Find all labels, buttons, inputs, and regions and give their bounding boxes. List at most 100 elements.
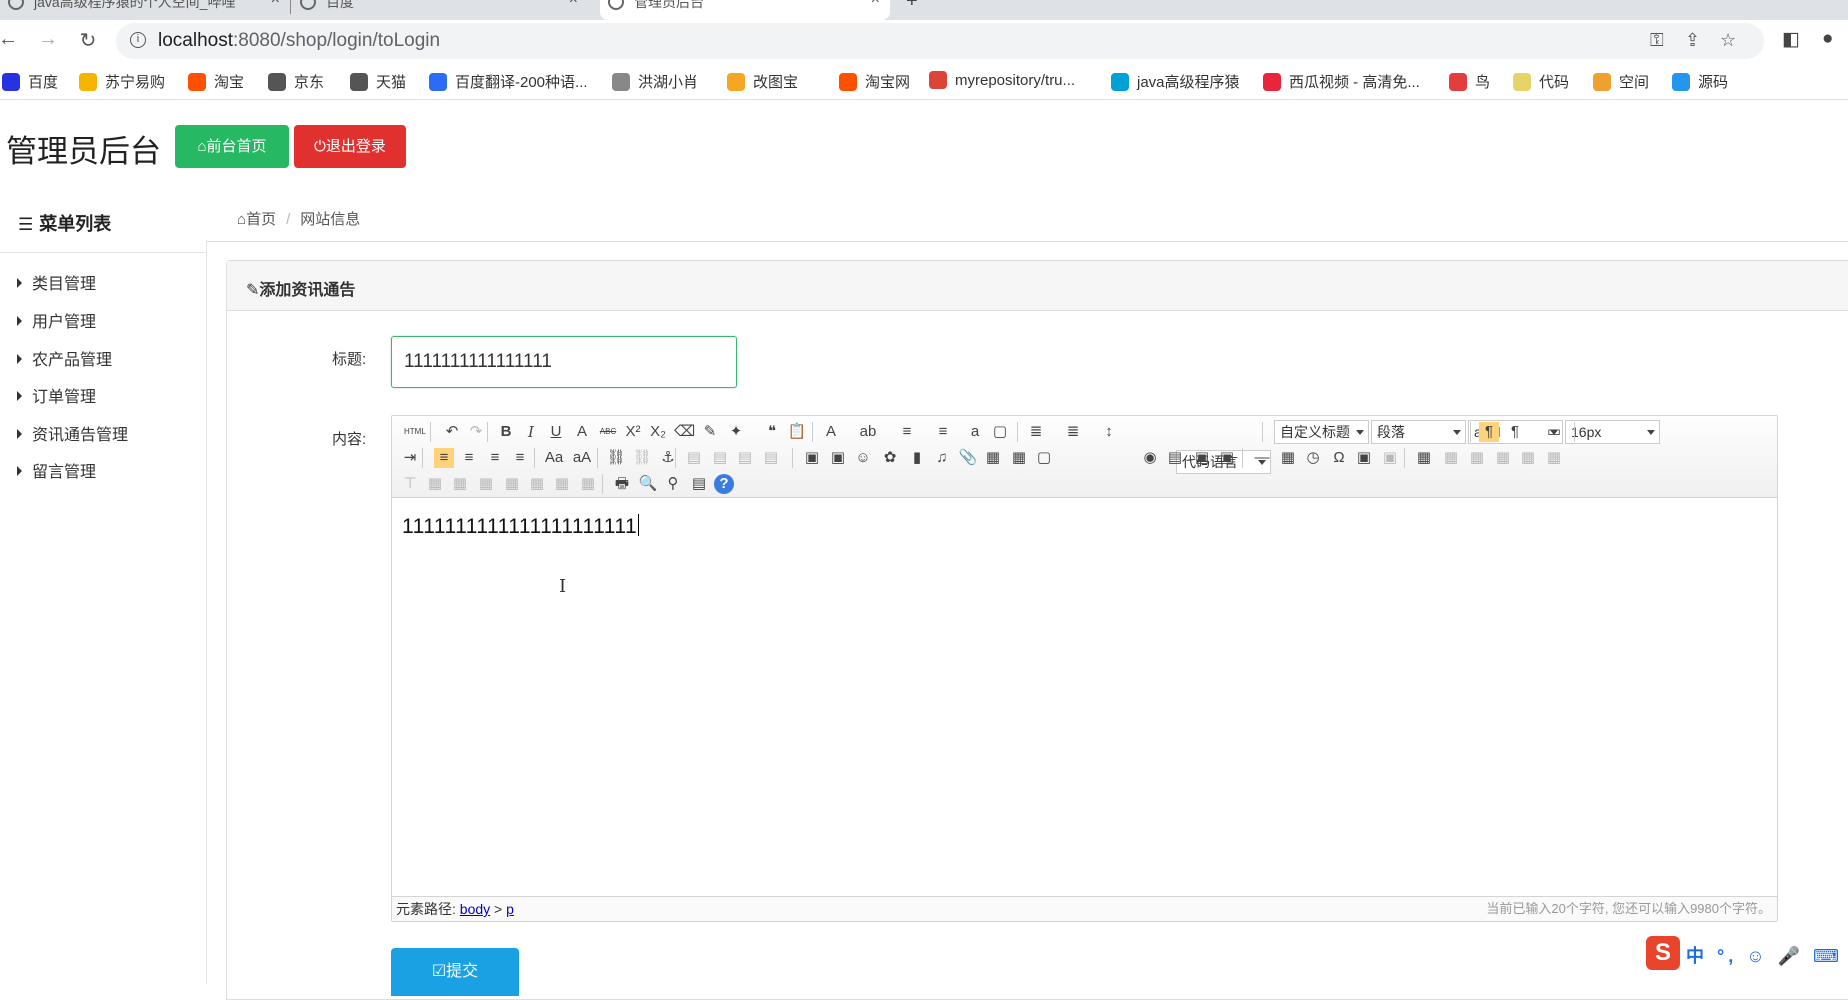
font-border-icon[interactable]: A [572, 422, 592, 442]
bookmark-item[interactable]: 源码 [1672, 71, 1728, 92]
insert-col-icon[interactable]: ▦ [1544, 448, 1564, 468]
profile-icon[interactable]: ● [1822, 28, 1833, 50]
video-icon[interactable]: ▮ [907, 448, 927, 468]
special-chars-icon[interactable]: Ω [1329, 448, 1349, 468]
forward-icon[interactable]: → [36, 28, 60, 51]
emotion-icon[interactable]: ☺ [853, 448, 873, 468]
superscript-icon[interactable]: X² [623, 422, 643, 442]
tab-close-icon[interactable]: × [871, 0, 880, 9]
bookmark-item[interactable]: 天猫 [350, 71, 406, 92]
link-icon[interactable]: ⛓ [606, 448, 626, 468]
chart-icon[interactable]: ▦ [578, 474, 598, 494]
bookmark-item[interactable]: 西瓜视频 - 高清免... [1263, 71, 1420, 92]
bookmark-item[interactable]: 淘宝网 [839, 71, 910, 92]
bold-icon[interactable]: B [496, 422, 516, 442]
underline-icon[interactable]: U [546, 422, 566, 442]
word-image-icon[interactable]: ▣ [1217, 448, 1237, 468]
sidebar-item-messages[interactable]: 留言管理 [17, 458, 96, 482]
bookmark-item[interactable]: 淘宝 [188, 71, 244, 92]
browser-tab[interactable]: java高级程序猿的个人空间_哔哩 × [0, 0, 290, 20]
unlink-icon[interactable]: ⛓ [632, 448, 652, 468]
template-icon[interactable]: ▤ [1165, 448, 1185, 468]
ordered-list-icon[interactable]: ≡ [897, 422, 917, 442]
bookmark-item[interactable]: 百度翻译-200种语... [429, 71, 588, 92]
map-icon[interactable]: ▦ [983, 448, 1003, 468]
back-icon[interactable]: ← [0, 28, 20, 51]
split-cells-icon[interactable]: ▦ [502, 474, 522, 494]
paragraph-select[interactable]: 段落 [1371, 420, 1466, 444]
delete-table-icon[interactable]: ▦ [1441, 448, 1461, 468]
path-body-link[interactable]: body [460, 901, 490, 917]
rtl-icon[interactable]: ¶ [1505, 422, 1525, 442]
align-left-icon[interactable]: ≡ [434, 448, 454, 468]
line-height-icon[interactable]: ↕ [1099, 422, 1119, 442]
delete-row-icon[interactable]: ▦ [1518, 448, 1538, 468]
sidebar-item-news[interactable]: 资讯通告管理 [17, 421, 128, 445]
to-uppercase-icon[interactable]: Aa [544, 448, 564, 468]
music-icon[interactable]: ♫ [932, 448, 952, 468]
split-rows-icon[interactable]: ▦ [527, 474, 547, 494]
multi-image-icon[interactable]: ▣ [828, 448, 848, 468]
auto-typeset-icon[interactable]: ✦ [726, 422, 746, 442]
sidebar-item-orders[interactable]: 订单管理 [17, 383, 96, 407]
italic-icon[interactable]: I [521, 422, 541, 442]
font-size-select[interactable]: 16px [1565, 420, 1660, 444]
bookmark-item[interactable]: 洪湖小肖 [612, 71, 698, 92]
submit-button[interactable]: ☑提交 [391, 948, 519, 996]
image-center-icon[interactable]: ▤ [761, 448, 781, 468]
snapscreen-icon[interactable]: ▣ [1192, 448, 1212, 468]
split-cols-icon[interactable]: ▦ [552, 474, 572, 494]
sidebar-item-category[interactable]: 类目管理 [17, 270, 96, 294]
fullscreen-icon[interactable]: ▭ [1544, 422, 1564, 442]
blockquote-icon[interactable]: ❝ [762, 422, 782, 442]
image-right-icon[interactable]: ▤ [735, 448, 755, 468]
remove-format-icon[interactable]: ⌫ [674, 422, 695, 442]
image-none-icon[interactable]: ▤ [684, 448, 704, 468]
bookmark-item[interactable]: myrepository/tru... [929, 71, 1075, 89]
drafts-icon[interactable]: ▤ [689, 474, 709, 494]
merge-right-icon[interactable]: ▦ [450, 474, 470, 494]
print-icon[interactable]: 🖶 [612, 474, 632, 494]
format-match-icon[interactable]: ✎ [700, 422, 720, 442]
insert-paragraph-icon[interactable]: ▦ [1467, 448, 1487, 468]
logout-button[interactable]: ⏻退出登录 [294, 125, 406, 168]
insert-table-icon[interactable]: ▦ [1414, 448, 1434, 468]
gmap-icon[interactable]: ▦ [1009, 448, 1029, 468]
to-lowercase-icon[interactable]: aA [572, 448, 592, 468]
align-center-icon[interactable]: ≡ [459, 448, 479, 468]
title-input[interactable]: 1111111111111111 [391, 336, 737, 388]
time-icon[interactable]: ◷ [1303, 448, 1323, 468]
insert-row-icon[interactable]: ▦ [1493, 448, 1513, 468]
path-p-link[interactable]: p [506, 901, 514, 917]
merge-down-icon[interactable]: ▦ [476, 474, 496, 494]
row-spacing-bottom-icon[interactable]: ≣ [1063, 422, 1083, 442]
bookmark-item[interactable]: 京东 [268, 71, 324, 92]
image-editor-icon[interactable]: ▣ [1354, 448, 1374, 468]
date-icon[interactable]: ▦ [1278, 448, 1298, 468]
clear-doc-icon[interactable]: ▢ [990, 422, 1010, 442]
merge-cells-icon[interactable]: ▦ [425, 474, 445, 494]
new-tab-icon[interactable]: + [906, 0, 918, 13]
delete-col-icon[interactable]: ⊤ [400, 474, 420, 494]
insert-frame-icon[interactable]: ▢ [1034, 448, 1054, 468]
preview-icon[interactable]: 🔍 [638, 474, 658, 494]
tab-close-icon[interactable]: × [569, 0, 578, 9]
paste-plain-icon[interactable]: 📋 [787, 422, 807, 442]
sidebar-item-users[interactable]: 用户管理 [17, 308, 96, 332]
address-bar[interactable]: i localhost:8080/shop/login/toLogin ⚿ ⇪ … [116, 23, 1764, 59]
reload-icon[interactable]: ↻ [76, 28, 100, 53]
bookmark-item[interactable]: 代码 [1513, 71, 1569, 92]
webapp-icon[interactable]: ▣ [1380, 448, 1400, 468]
site-info-icon[interactable]: i [130, 32, 146, 48]
unordered-list-icon[interactable]: ≡ [933, 422, 953, 442]
key-icon[interactable]: ⚿ [1650, 30, 1664, 51]
bookmark-item[interactable]: 空间 [1593, 71, 1649, 92]
sidepanel-icon[interactable]: ◧ [1782, 28, 1800, 51]
undo-icon[interactable]: ↶ [442, 422, 462, 442]
breadcrumb-home[interactable]: ⌂首页 [237, 211, 276, 228]
bookmark-item[interactable]: 鸟 [1449, 71, 1490, 92]
redo-icon[interactable]: ↷ [466, 422, 486, 442]
bookmark-item[interactable]: 百度 [2, 71, 58, 92]
align-justify-icon[interactable]: ≡ [510, 448, 530, 468]
browser-tab[interactable]: 百度 × [292, 0, 588, 20]
